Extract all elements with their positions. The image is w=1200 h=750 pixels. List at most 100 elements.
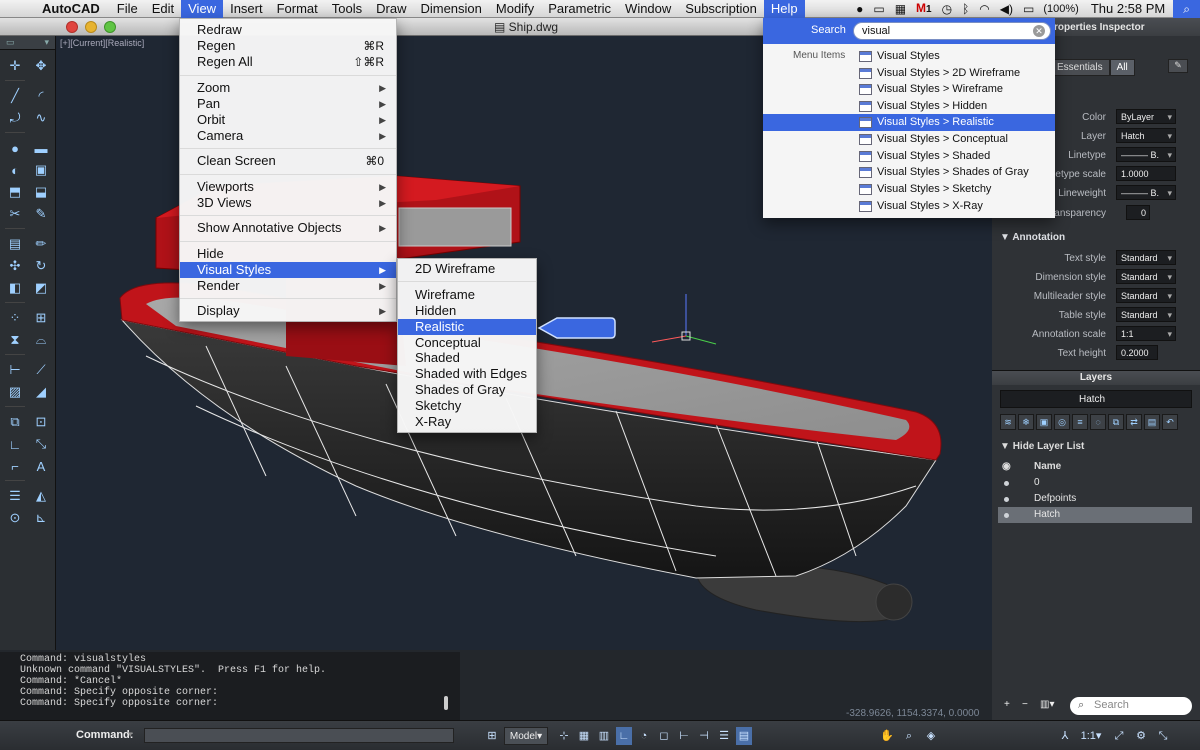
- layer-options-icon[interactable]: ▥▾: [1040, 699, 1054, 710]
- app-menu[interactable]: AutoCAD: [34, 0, 110, 18]
- view-tool-icon[interactable]: ⊙: [5, 508, 25, 528]
- layer-walk-icon[interactable]: ⇄: [1126, 414, 1142, 430]
- menu-draw[interactable]: Draw: [369, 0, 413, 18]
- sphere-tool-icon[interactable]: ◐: [5, 160, 25, 180]
- prop-dimension-style[interactable]: Dimension style Standard: [992, 268, 1200, 286]
- visibility-dot-icon[interactable]: [1004, 481, 1009, 486]
- gradient-tool-icon[interactable]: ◢: [31, 382, 51, 402]
- annotation-scale-dropdown[interactable]: 1:1▾: [1076, 727, 1106, 745]
- insert-tool-icon[interactable]: ⊡: [31, 412, 51, 432]
- camera-icon[interactable]: ●: [851, 0, 868, 18]
- chevron-down-icon[interactable]: ▾: [44, 37, 49, 48]
- layer-row[interactable]: Defpoints: [998, 491, 1192, 507]
- block-tool-icon[interactable]: ⧉: [5, 412, 25, 432]
- pan-tool-icon[interactable]: ✣: [5, 256, 25, 276]
- help-result-item[interactable]: Visual Styles: [855, 48, 1055, 65]
- prop-value[interactable]: ——— B.: [1116, 147, 1176, 162]
- lineweight-icon[interactable]: ☰: [716, 727, 732, 745]
- grid-layout-icon[interactable]: ⊞: [484, 727, 500, 745]
- command-input[interactable]: [144, 728, 454, 743]
- menu-item-clean-screen[interactable]: Clean Screen ⌘0: [180, 153, 396, 169]
- layer-lock-icon[interactable]: ▣: [1036, 414, 1052, 430]
- layer-state-icon[interactable]: ≋: [1000, 414, 1016, 430]
- prop-value[interactable]: ByLayer: [1116, 109, 1176, 124]
- mirror-tool-icon[interactable]: ⧗: [5, 330, 25, 350]
- ortho-icon[interactable]: ∟: [616, 727, 632, 745]
- help-result-item[interactable]: Visual Styles > 2D Wireframe: [855, 65, 1055, 82]
- menu-item-regen[interactable]: Regen ⌘R: [180, 38, 396, 54]
- menu-item-regen-all[interactable]: Regen All ⇧⌘R: [180, 54, 396, 70]
- prop-annotation-scale[interactable]: Annotation scale 1:1: [992, 325, 1200, 343]
- mtext-tool-icon[interactable]: ◭: [31, 486, 51, 506]
- prop-value[interactable]: Standard: [1116, 250, 1176, 265]
- layer-copy-icon[interactable]: ▤: [1144, 414, 1160, 430]
- prop-value[interactable]: 0.2000: [1116, 345, 1158, 360]
- annotation-visibility-icon[interactable]: ⤢: [1110, 727, 1128, 745]
- layer-previous-icon[interactable]: ↶: [1162, 414, 1178, 430]
- ucs-tool-icon[interactable]: ⌐: [5, 456, 25, 476]
- extrude-tool-icon[interactable]: ⬒: [5, 182, 25, 202]
- layer-row[interactable]: 0: [998, 475, 1192, 491]
- submenu-item-x-ray[interactable]: X-Ray: [398, 414, 536, 430]
- scale-tool-icon[interactable]: ◧: [5, 278, 25, 298]
- table-tool-icon[interactable]: ☰: [5, 486, 25, 506]
- help-result-item[interactable]: Visual Styles > X-Ray: [855, 198, 1055, 215]
- line-tool-icon[interactable]: ╱: [5, 86, 25, 106]
- current-layer-dropdown[interactable]: Hatch: [1000, 390, 1192, 408]
- model-space-button[interactable]: Model▾: [504, 727, 548, 745]
- submenu-item-realistic[interactable]: Realistic: [398, 319, 536, 335]
- menu-item-orbit[interactable]: Orbit ▶: [180, 112, 396, 128]
- prop-multileader-style[interactable]: Multileader style Standard: [992, 287, 1200, 305]
- zoom-icon[interactable]: ⌕: [900, 727, 918, 745]
- battery-icon[interactable]: ▭: [1018, 0, 1039, 18]
- column-name[interactable]: Name: [1034, 461, 1061, 472]
- rectangle-tool-icon[interactable]: ▬: [31, 138, 51, 158]
- offset-tool-icon[interactable]: ▤: [5, 234, 25, 254]
- pencil-tool-icon[interactable]: ✏: [31, 234, 51, 254]
- snap-icon[interactable]: ⊹: [556, 727, 572, 745]
- submenu-item-hidden[interactable]: Hidden: [398, 303, 536, 319]
- submenu-item-shaded-with-edges[interactable]: Shaded with Edges: [398, 366, 536, 382]
- viewport-label[interactable]: [+][Current][Realistic]: [60, 38, 144, 48]
- bluetooth-icon[interactable]: ᛒ: [957, 0, 974, 18]
- help-result-item[interactable]: Visual Styles > Sketchy: [855, 181, 1055, 198]
- menu-view[interactable]: View: [181, 0, 224, 18]
- menu-help[interactable]: Help: [763, 0, 805, 18]
- visibility-dot-icon[interactable]: [1004, 497, 1009, 502]
- spotlight-icon[interactable]: ⌕: [1173, 0, 1200, 18]
- menu-dimension[interactable]: Dimension: [413, 0, 488, 18]
- layer-row-selected[interactable]: Hatch: [998, 507, 1192, 523]
- grid-icon[interactable]: ▥: [596, 727, 612, 745]
- polar-icon[interactable]: ◔: [636, 727, 652, 745]
- dynamic-input-icon[interactable]: ⊣: [696, 727, 712, 745]
- menu-edit[interactable]: Edit: [145, 0, 181, 18]
- prop-value[interactable]: Standard: [1116, 269, 1176, 284]
- revolve-tool-icon[interactable]: ⬓: [31, 182, 51, 202]
- time-machine-icon[interactable]: ◷: [937, 0, 957, 18]
- box-tool-icon[interactable]: ▣: [31, 160, 51, 180]
- extend-tool-icon[interactable]: ✎: [31, 204, 51, 224]
- menu-modify[interactable]: Modify: [489, 0, 541, 18]
- help-search-input[interactable]: [853, 22, 1051, 40]
- wifi-icon[interactable]: ◠: [974, 0, 994, 18]
- menu-item-hide[interactable]: Hide: [180, 246, 396, 262]
- move-tool-icon[interactable]: ✥: [31, 56, 51, 76]
- help-result-item[interactable]: Visual Styles > Hidden: [855, 98, 1055, 115]
- window-icon[interactable]: ▭: [868, 0, 889, 18]
- menu-parametric[interactable]: Parametric: [541, 0, 618, 18]
- edit-properties-icon[interactable]: ✎: [1168, 59, 1188, 73]
- remove-layer-icon[interactable]: −: [1022, 699, 1028, 710]
- volume-icon[interactable]: ◀): [995, 0, 1018, 18]
- submenu-item-shades-of-gray[interactable]: Shades of Gray: [398, 382, 536, 398]
- select-tool-icon[interactable]: ✛: [5, 56, 25, 76]
- layer-match-icon[interactable]: ≡: [1072, 414, 1088, 430]
- pan-hand-icon[interactable]: ✋: [878, 727, 896, 745]
- visibility-dot-icon[interactable]: [1004, 513, 1009, 518]
- minimize-window-button[interactable]: [85, 21, 97, 33]
- annotation-section-header[interactable]: ▼ Annotation: [992, 228, 1200, 246]
- tab-all[interactable]: All: [1109, 59, 1135, 76]
- leader-tool-icon[interactable]: ⤡: [31, 434, 51, 454]
- menu-window[interactable]: Window: [618, 0, 678, 18]
- prop-value[interactable]: Standard: [1116, 288, 1176, 303]
- circle-tool-icon[interactable]: ●: [5, 138, 25, 158]
